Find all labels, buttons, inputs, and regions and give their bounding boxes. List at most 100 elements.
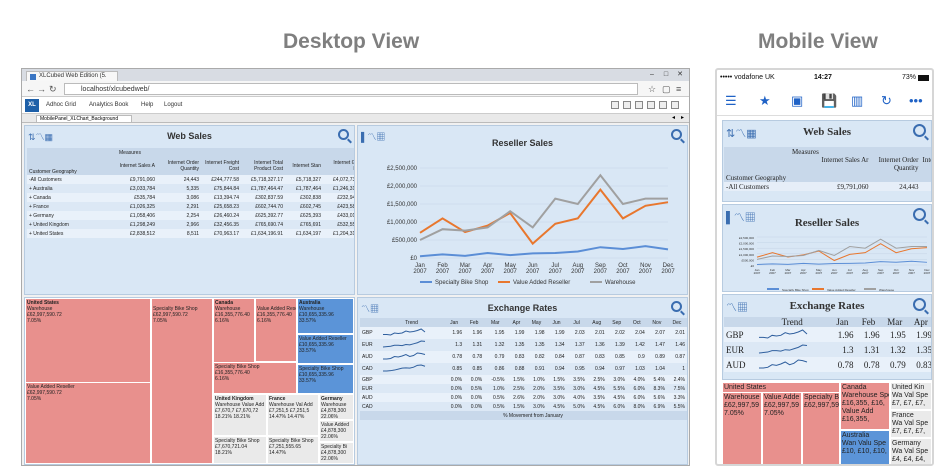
star-icon[interactable]: ★ xyxy=(759,94,771,108)
treemap-au-var[interactable]: Value Added Reseller £10,655,335.96 33.5… xyxy=(297,334,354,364)
treemap-us-var[interactable]: Value Added Reseller £62,997,590.72 7.05… xyxy=(25,382,151,464)
col-header[interactable]: Jul xyxy=(567,318,587,327)
treemap-uk-warehouse[interactable]: United Kingdom Warehouse Value Add £7,670… xyxy=(213,394,267,436)
col-header[interactable]: Jun xyxy=(547,318,567,327)
toolbar-refresh-icon[interactable] xyxy=(671,101,679,109)
col-header[interactable]: Mar xyxy=(882,317,908,327)
currency-label[interactable]: AUD xyxy=(360,351,379,363)
col-header[interactable]: Inte xyxy=(921,156,932,182)
col-header[interactable]: Internet Stan xyxy=(285,157,323,175)
menu-adhoc-grid[interactable]: Adhoc Grid xyxy=(46,102,76,108)
col-header[interactable]: Feb xyxy=(855,317,881,327)
treemap-ca-sbs[interactable]: Specialty Bike Shop £16,355,776.40 6.16% xyxy=(213,362,297,394)
menu-icon[interactable]: ☰ xyxy=(725,94,737,108)
treemap-au-warehouse[interactable]: Australia Warehouse £10,655,335.96 33.57% xyxy=(297,298,354,334)
maximize-icon[interactable]: □ xyxy=(659,71,673,79)
zoom-icon[interactable] xyxy=(338,129,349,140)
mobile-treemap-us-sbs[interactable]: Specialty Bi £62,997,59 xyxy=(802,392,840,464)
row-label[interactable]: + Germany xyxy=(27,211,117,220)
currency-label[interactable]: AUD xyxy=(360,393,379,402)
currency-label[interactable]: EUR xyxy=(360,384,379,393)
col-header[interactable]: Trend xyxy=(755,317,829,327)
col-header[interactable]: Internet Freight Cost xyxy=(201,157,241,175)
currency-label[interactable]: CAD xyxy=(360,363,379,375)
menu-logout[interactable]: Logout xyxy=(164,102,182,108)
row-label[interactable]: + France xyxy=(27,202,117,211)
zoom-icon[interactable] xyxy=(913,298,926,311)
mobile-treemap-fr[interactable]: France Wa Val Spe £7, £7, £7, xyxy=(890,410,932,438)
treemap-fr-sbs[interactable]: Specialty Bike Shop £7,251,555.65 14.47% xyxy=(267,436,319,464)
refresh-icon[interactable]: ↻ xyxy=(881,94,892,108)
col-header[interactable]: Trend xyxy=(379,318,444,327)
treemap-de-warehouse[interactable]: Germany Warehouse £4,878,300 22.06% xyxy=(319,394,354,420)
row-label[interactable]: + Australia xyxy=(27,184,117,193)
col-header[interactable]: Nov xyxy=(647,318,667,327)
toolbar-export-icon[interactable] xyxy=(647,101,655,109)
currency-label[interactable]: GBP xyxy=(724,327,755,342)
currency-label[interactable]: GBP xyxy=(360,327,379,339)
currency-label[interactable]: CAD xyxy=(360,402,379,411)
mobile-treemap-uk[interactable]: United Kin Wa Val Spe £7, £7, £7, xyxy=(890,382,932,410)
treemap-us-sbs[interactable]: Specialty Bike Shop £62,997,590.72 7.05% xyxy=(151,298,213,464)
more-icon[interactable]: ••• xyxy=(909,94,923,108)
mobile-treemap-de[interactable]: Germany Wa Val Spe £4, £4, £4, xyxy=(890,438,932,464)
mobile-treemap-ca[interactable]: CanadaWarehouse Spe £16,355, £16,Value A… xyxy=(840,382,890,430)
menu-help[interactable]: Help xyxy=(141,102,153,108)
browser-tab[interactable]: XLCubed Web Edition (5. xyxy=(26,71,118,81)
col-header[interactable]: Oct xyxy=(627,318,647,327)
col-header[interactable]: Apr xyxy=(506,318,526,327)
mobile-treemap-us-wh[interactable]: Warehouse £62,997,59 7.05% xyxy=(722,392,762,464)
zoom-icon[interactable] xyxy=(913,124,926,137)
row-label[interactable]: + United States xyxy=(27,229,117,238)
col-header[interactable]: Internet Order Quantity xyxy=(157,157,201,175)
page-icon[interactable]: ▢ xyxy=(662,84,671,94)
col-header[interactable]: Dec xyxy=(667,318,687,327)
mobile-treemap-us-var[interactable]: Value Adde £62,997,59 7.05% xyxy=(762,392,802,464)
star-icon[interactable]: ☆ xyxy=(648,84,656,94)
toolbar-grid-icon[interactable] xyxy=(623,101,631,109)
save-icon[interactable]: 💾 xyxy=(821,94,837,108)
reload-icon[interactable]: ↻ xyxy=(49,84,57,94)
treemap-ca-var[interactable]: Value Added Resel £16,355,776.40 6.16% xyxy=(255,298,297,362)
row-label[interactable]: + Canada xyxy=(27,193,117,202)
col-header[interactable]: Internet Gross Profit xyxy=(323,157,354,175)
col-header[interactable]: Internet Total Product Cost xyxy=(241,157,285,175)
treemap-uk-sbs[interactable]: Specialty Bike Shop £7,670,721.04 18.21% xyxy=(213,436,267,464)
currency-label[interactable]: GBP xyxy=(360,375,379,384)
col-header[interactable]: Apr xyxy=(908,317,931,327)
row-label[interactable]: -All Customers xyxy=(27,175,117,184)
toolbar-print-icon[interactable] xyxy=(635,101,643,109)
sheet-tab[interactable]: MobilePanel_XLChart_Background xyxy=(36,115,132,123)
url-input[interactable]: localhost/xlcubedweb/ xyxy=(64,83,638,95)
treemap-fr-warehouse[interactable]: France Warehouse Val Add £7,251,5 £7,251,… xyxy=(267,394,319,436)
toolbar-save-icon[interactable] xyxy=(659,101,667,109)
row-label[interactable]: -All Customers xyxy=(724,182,790,191)
col-header[interactable]: Internet Order Quantity xyxy=(871,156,921,182)
col-header[interactable]: Internet Sales Ar xyxy=(790,156,871,182)
tab-prev-icon[interactable]: ◂ xyxy=(672,114,675,121)
col-header[interactable]: Feb xyxy=(464,318,484,327)
pdf-icon[interactable]: ▣ xyxy=(791,94,803,108)
minimize-icon[interactable]: – xyxy=(645,71,659,79)
layout-icon[interactable]: ▥ xyxy=(851,94,863,108)
col-header[interactable]: Sep xyxy=(607,318,627,327)
back-icon[interactable]: ← xyxy=(26,84,35,94)
col-header[interactable]: Jan xyxy=(444,318,464,327)
tab-next-icon[interactable]: ▸ xyxy=(681,114,684,121)
menu-analytics-book[interactable]: Analytics Book xyxy=(89,102,128,108)
col-header[interactable]: May xyxy=(526,318,546,327)
treemap-de-var[interactable]: Value Added £4,878,300 22.06% xyxy=(319,420,354,442)
col-header[interactable]: Aug xyxy=(587,318,607,327)
close-icon[interactable]: ✕ xyxy=(673,71,687,79)
forward-icon[interactable]: → xyxy=(37,84,46,94)
col-header[interactable]: Mar xyxy=(484,318,506,327)
currency-label[interactable]: AUD xyxy=(724,357,755,372)
browser-menu-icon[interactable]: ≡ xyxy=(676,84,681,94)
row-label[interactable]: + United Kingdom xyxy=(27,220,117,229)
zoom-icon[interactable] xyxy=(671,301,682,312)
mobile-treemap-au[interactable]: Australia Wan Valu Spe £10, £10, £10, xyxy=(840,430,890,464)
treemap-au-sbs[interactable]: Specialty Bike Shop £10,655,335.96 33.57… xyxy=(297,364,354,394)
currency-label[interactable]: EUR xyxy=(360,339,379,351)
toolbar-edit-icon[interactable] xyxy=(611,101,619,109)
col-header[interactable]: Jan xyxy=(829,317,855,327)
